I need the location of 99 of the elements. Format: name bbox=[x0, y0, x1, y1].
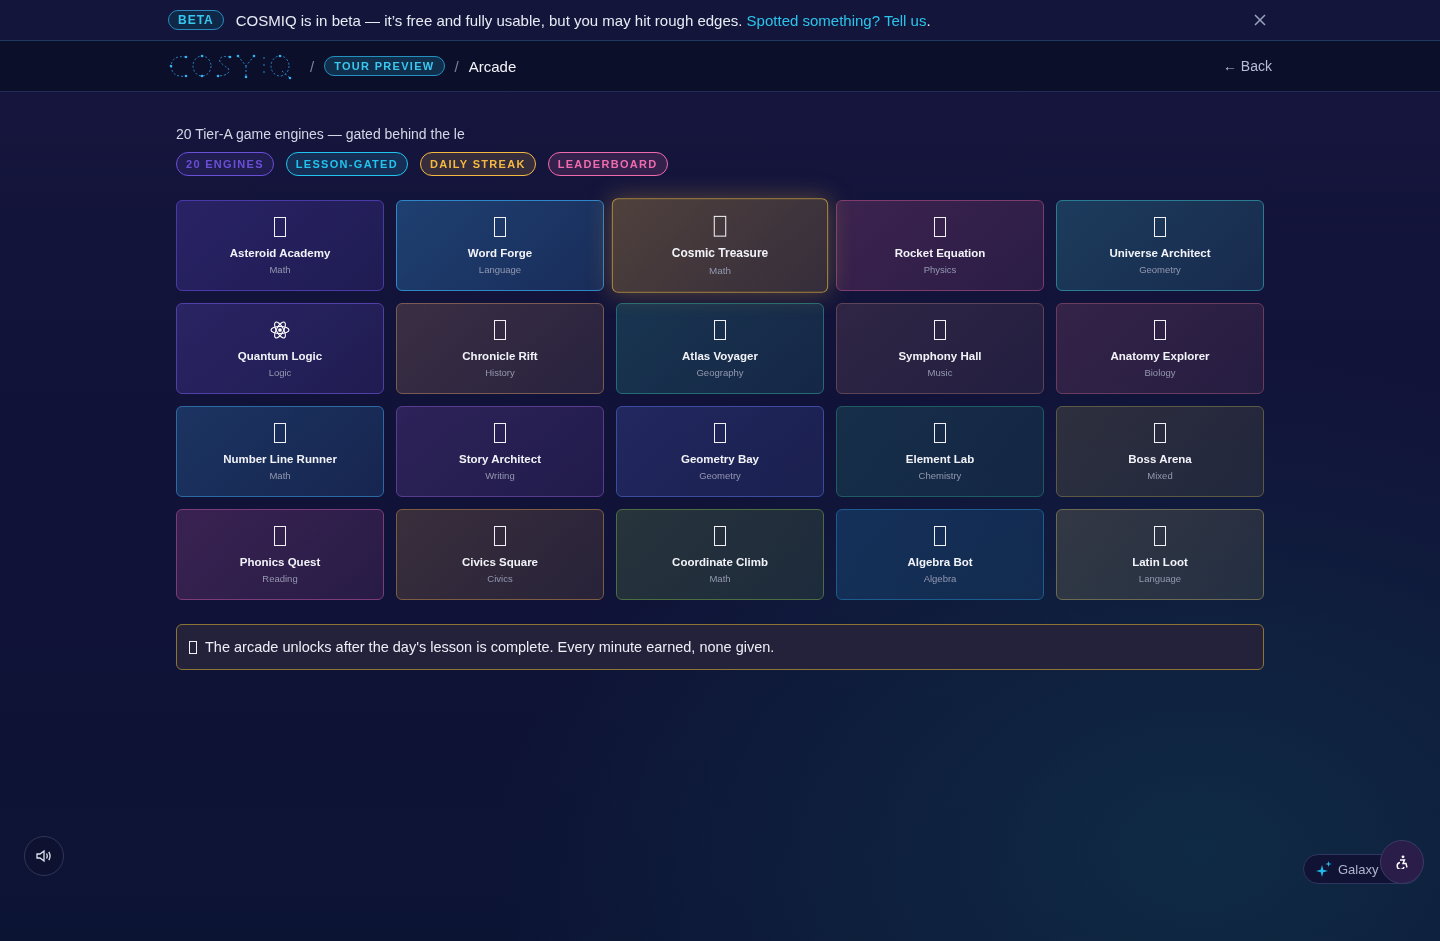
game-card[interactable]: Symphony Hall Music bbox=[836, 303, 1044, 394]
game-card[interactable]: Boss Arena Mixed bbox=[1056, 406, 1264, 497]
game-title: Civics Square bbox=[461, 555, 539, 568]
game-card[interactable]: Coordinate Climb Math bbox=[616, 509, 824, 600]
glyph-box-icon bbox=[1154, 422, 1166, 443]
tag-chip: DAILY STREAK bbox=[420, 152, 536, 176]
game-title: Atlas Voyager bbox=[682, 349, 758, 362]
tour-preview-badge: TOUR PREVIEW bbox=[324, 56, 445, 76]
glyph-box-icon bbox=[714, 525, 726, 546]
game-subject: Writing bbox=[485, 469, 515, 481]
notice-text: The arcade unlocks after the day's lesson is complete. Every minute earned, none given. bbox=[205, 639, 775, 655]
game-title: Cosmic Treasure bbox=[671, 246, 769, 259]
game-subject: Music bbox=[927, 366, 953, 378]
close-icon[interactable] bbox=[1254, 14, 1266, 26]
beta-message: COSMIQ is in beta — it’s free and fully usable, but you may hit rough edges. bbox=[235, 11, 744, 29]
game-subject: Chemistry bbox=[918, 469, 962, 481]
game-title: Rocket Equation bbox=[894, 246, 986, 259]
atom-icon bbox=[270, 319, 290, 340]
game-title: Anatomy Explorer bbox=[1110, 349, 1210, 362]
game-subject: Math bbox=[269, 263, 291, 275]
glyph-box-icon bbox=[494, 319, 506, 340]
beta-badge: BETA bbox=[168, 10, 224, 30]
game-card[interactable]: Atlas Voyager Geography bbox=[616, 303, 824, 394]
game-subject: Math bbox=[709, 572, 731, 584]
game-title: Universe Architect bbox=[1109, 246, 1211, 259]
game-title: Number Line Runner bbox=[223, 452, 337, 465]
game-title: Coordinate Climb bbox=[672, 555, 768, 568]
glyph-box-icon bbox=[934, 422, 946, 443]
game-card[interactable]: Rocket Equation Physics bbox=[836, 200, 1044, 291]
game-card[interactable]: Latin Loot Language bbox=[1056, 509, 1264, 600]
game-title: Symphony Hall bbox=[898, 349, 982, 362]
game-title: Phonics Quest bbox=[239, 555, 321, 568]
game-card[interactable]: Phonics Quest Reading bbox=[176, 509, 384, 600]
game-title: Word Forge bbox=[467, 246, 533, 259]
tag-chip: LESSON-GATED bbox=[285, 152, 408, 176]
game-subject: Biology bbox=[1144, 366, 1176, 378]
game-card[interactable]: Word Forge Language bbox=[396, 200, 604, 291]
game-card[interactable]: Chronicle Rift History bbox=[396, 303, 604, 394]
sparkle-icon bbox=[1316, 861, 1332, 877]
glyph-box-icon bbox=[714, 422, 726, 443]
game-card[interactable]: Asteroid Academy Math bbox=[176, 200, 384, 291]
game-subject: Civics bbox=[487, 572, 513, 584]
game-title: Story Architect bbox=[459, 452, 541, 465]
game-title: Chronicle Rift bbox=[462, 349, 538, 362]
glyph-box-icon bbox=[934, 319, 946, 340]
game-subject: Logic bbox=[268, 366, 292, 378]
game-card[interactable]: Anatomy Explorer Biology bbox=[1056, 303, 1264, 394]
game-subject: Physics bbox=[923, 263, 957, 275]
breadcrumb-separator: / bbox=[454, 57, 459, 75]
glyph-box-icon bbox=[189, 640, 197, 654]
glyph-box-icon bbox=[714, 319, 726, 340]
game-subject: History bbox=[485, 366, 515, 378]
game-title: Algebra Bot bbox=[907, 555, 973, 568]
game-subject: Language bbox=[1138, 572, 1182, 584]
glyph-box-icon bbox=[274, 216, 286, 237]
glyph-box-icon bbox=[494, 525, 506, 546]
game-subject: Geometry bbox=[1139, 263, 1181, 275]
game-card[interactable]: Cosmic Treasure Math bbox=[611, 198, 829, 293]
game-subject: Geography bbox=[696, 366, 744, 378]
game-card[interactable]: Universe Architect Geometry bbox=[1056, 200, 1264, 291]
game-subject: Language bbox=[478, 263, 522, 275]
back-link[interactable]: ← Back bbox=[1223, 58, 1272, 74]
game-card[interactable]: Civics Square Civics bbox=[396, 509, 604, 600]
breadcrumb-separator: / bbox=[310, 57, 315, 75]
glyph-box-icon bbox=[934, 216, 946, 237]
breadcrumb-current: Arcade bbox=[468, 57, 517, 75]
game-card[interactable]: Element Lab Chemistry bbox=[836, 406, 1044, 497]
game-subject: Algebra bbox=[923, 572, 957, 584]
game-subject: Math bbox=[269, 469, 291, 481]
game-card[interactable]: Geometry Bay Geometry bbox=[616, 406, 824, 497]
game-title: Boss Arena bbox=[1128, 452, 1192, 465]
game-title: Quantum Logic bbox=[237, 349, 323, 362]
accessibility-icon[interactable] bbox=[1380, 840, 1424, 884]
glyph-box-icon bbox=[494, 422, 506, 443]
glyph-box-icon bbox=[494, 216, 506, 237]
glyph-box-icon bbox=[274, 422, 286, 443]
glyph-box-icon bbox=[1154, 319, 1166, 340]
game-card[interactable]: Quantum Logic Logic bbox=[176, 303, 384, 394]
glyph-box-icon bbox=[934, 525, 946, 546]
game-title: Element Lab bbox=[905, 452, 975, 465]
speaker-icon[interactable] bbox=[24, 836, 64, 876]
game-title: Geometry Bay bbox=[681, 452, 759, 465]
glyph-box-icon bbox=[1154, 216, 1166, 237]
game-title: Asteroid Academy bbox=[229, 246, 331, 259]
glyph-box-icon bbox=[274, 525, 286, 546]
intro-text: 20 Tier-A game engines — gated behind the le bbox=[176, 125, 466, 144]
tag-chip: 20 ENGINES bbox=[176, 152, 274, 176]
game-title: Latin Loot bbox=[1132, 555, 1188, 568]
tag-chip: LEADERBOARD bbox=[547, 152, 668, 176]
game-subject: Reading bbox=[262, 572, 298, 584]
game-card[interactable]: Story Architect Writing bbox=[396, 406, 604, 497]
period-text: . bbox=[926, 11, 931, 29]
glyph-box-icon bbox=[1154, 525, 1166, 546]
game-card[interactable]: Algebra Bot Algebra bbox=[836, 509, 1044, 600]
feedback-link[interactable]: Spotted something? Tell us bbox=[746, 11, 927, 29]
game-card[interactable]: Number Line Runner Math bbox=[176, 406, 384, 497]
game-subject: Math bbox=[709, 264, 731, 276]
game-subject: Mixed bbox=[1147, 469, 1173, 481]
game-subject: Geometry bbox=[699, 469, 741, 481]
